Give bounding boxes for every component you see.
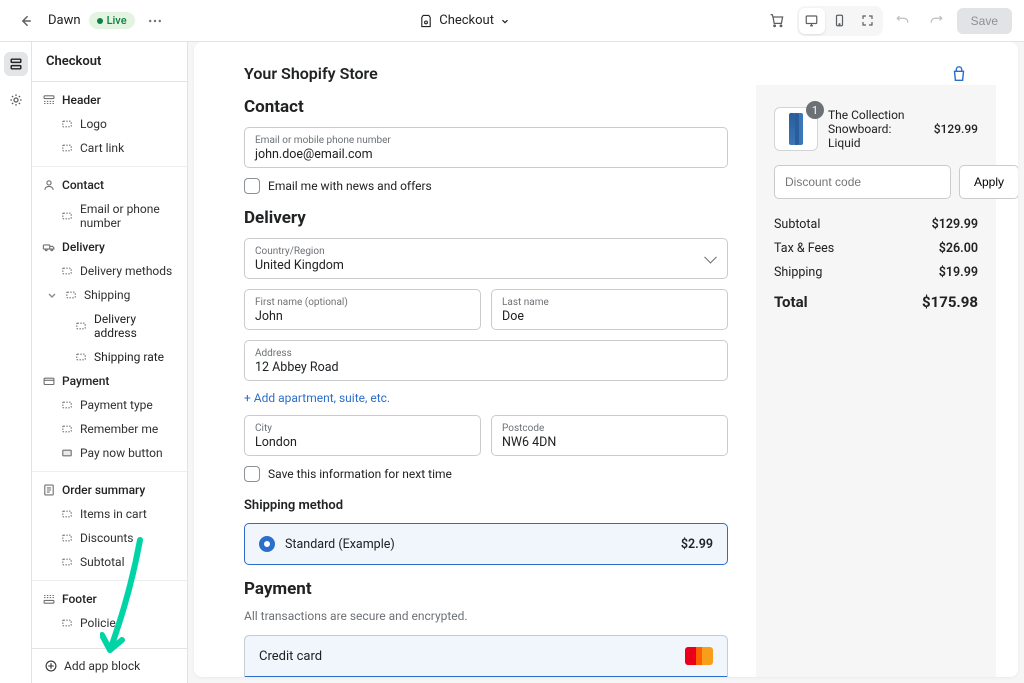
mobile-view-button[interactable] <box>827 8 853 34</box>
undo-button[interactable] <box>889 7 917 35</box>
settings-tab-icon[interactable] <box>4 88 28 112</box>
block-delivery-address[interactable]: Delivery address <box>32 307 187 345</box>
lastname-field[interactable]: Last name Doe <box>491 289 728 330</box>
postcode-field[interactable]: Postcode NW6 4DN <box>491 415 728 456</box>
save-button[interactable]: Save <box>957 8 1012 34</box>
theme-name: Dawn <box>48 13 81 28</box>
country-select[interactable]: Country/Region United Kingdom <box>244 238 728 279</box>
shipping-row: Shipping $19.99 <box>774 265 978 280</box>
payment-subtitle: All transactions are secure and encrypte… <box>244 609 728 623</box>
radio-on-icon <box>259 536 275 552</box>
section-payment[interactable]: Payment <box>32 369 187 393</box>
block-cart-link[interactable]: Cart link <box>32 136 187 160</box>
cart-preview-icon[interactable] <box>763 7 791 35</box>
mastercard-icon <box>685 647 713 665</box>
block-discounts[interactable]: Discounts <box>32 526 187 550</box>
store-title: Your Shopify Store <box>244 64 378 83</box>
save-info-checkbox[interactable]: Save this information for next time <box>244 466 728 482</box>
preview-frame[interactable]: Your Shopify Store Contact Email or mobi… <box>194 42 1018 677</box>
sidebar-title: Checkout <box>32 42 187 82</box>
block-policies[interactable]: Policies <box>32 611 187 635</box>
fullscreen-view-button[interactable] <box>855 8 881 34</box>
sections-tab-icon[interactable] <box>4 52 28 76</box>
block-shipping[interactable]: Shipping <box>32 283 187 307</box>
block-pay-now[interactable]: Pay now button <box>32 441 187 465</box>
block-payment-type[interactable]: Payment type <box>32 393 187 417</box>
live-badge: Live <box>89 12 135 29</box>
firstname-field[interactable]: First name (optional) John <box>244 289 481 330</box>
device-toggle <box>797 6 883 36</box>
order-summary: 1 The Collection Snowboard: Liquid $129.… <box>756 85 996 677</box>
add-apartment-link[interactable]: + Add apartment, suite, etc. <box>244 391 390 405</box>
discount-input[interactable] <box>774 165 951 199</box>
page-selector[interactable]: Checkout <box>411 9 518 32</box>
section-footer[interactable]: Footer <box>32 587 187 611</box>
delivery-title: Delivery <box>244 208 728 228</box>
section-order-summary[interactable]: Order summary <box>32 478 187 502</box>
left-rail <box>0 42 32 683</box>
block-items-in-cart[interactable]: Items in cart <box>32 502 187 526</box>
block-remember-me[interactable]: Remember me <box>32 417 187 441</box>
information-section-group: Contact Email or phone number Delivery D… <box>32 167 187 472</box>
shipping-option[interactable]: Standard (Example) $2.99 <box>244 523 728 565</box>
redo-button[interactable] <box>923 7 951 35</box>
credit-card-header[interactable]: Credit card <box>244 635 728 677</box>
add-app-block-button[interactable]: Add app block <box>32 648 187 683</box>
tax-row: Tax & Fees $26.00 <box>774 241 978 256</box>
email-field[interactable]: Email or mobile phone number john.doe@em… <box>244 127 728 168</box>
contact-title: Contact <box>244 97 728 117</box>
page-name: Checkout <box>439 13 494 28</box>
exit-button[interactable] <box>12 7 40 35</box>
footer-section-group: Footer Policies <box>32 581 187 641</box>
cart-item: 1 The Collection Snowboard: Liquid $129.… <box>774 107 978 151</box>
block-subtotal[interactable]: Subtotal <box>32 550 187 574</box>
payment-card: Credit card Card number <box>244 635 728 677</box>
news-checkbox[interactable]: Email me with news and offers <box>244 178 728 194</box>
qty-badge: 1 <box>806 101 824 119</box>
block-logo[interactable]: Logo <box>32 112 187 136</box>
block-delivery-methods[interactable]: Delivery methods <box>32 259 187 283</box>
section-delivery[interactable]: Delivery <box>32 235 187 259</box>
subtotal-row: Subtotal $129.99 <box>774 217 978 232</box>
desktop-view-button[interactable] <box>799 8 825 34</box>
city-field[interactable]: City London <box>244 415 481 456</box>
total-row: Total $175.98 <box>774 293 978 311</box>
apply-button[interactable]: Apply <box>959 165 1018 199</box>
section-contact[interactable]: Contact <box>32 173 187 197</box>
topbar: Dawn Live Checkout <box>0 0 1024 42</box>
block-email[interactable]: Email or phone number <box>32 197 187 235</box>
bag-icon[interactable] <box>950 65 968 83</box>
sidebar: Checkout Header Logo Cart link <box>32 42 188 683</box>
summary-section-group: Order summary Items in cart Discounts Su… <box>32 472 187 581</box>
payment-title: Payment <box>244 579 728 599</box>
block-shipping-rate[interactable]: Shipping rate <box>32 345 187 369</box>
header-section-group: Header Logo Cart link <box>32 82 187 167</box>
section-header[interactable]: Header <box>32 88 187 112</box>
more-button[interactable] <box>143 9 167 33</box>
shipping-method-title: Shipping method <box>244 498 728 513</box>
preview-area: Your Shopify Store Contact Email or mobi… <box>188 42 1024 683</box>
address-field[interactable]: Address 12 Abbey Road <box>244 340 728 381</box>
